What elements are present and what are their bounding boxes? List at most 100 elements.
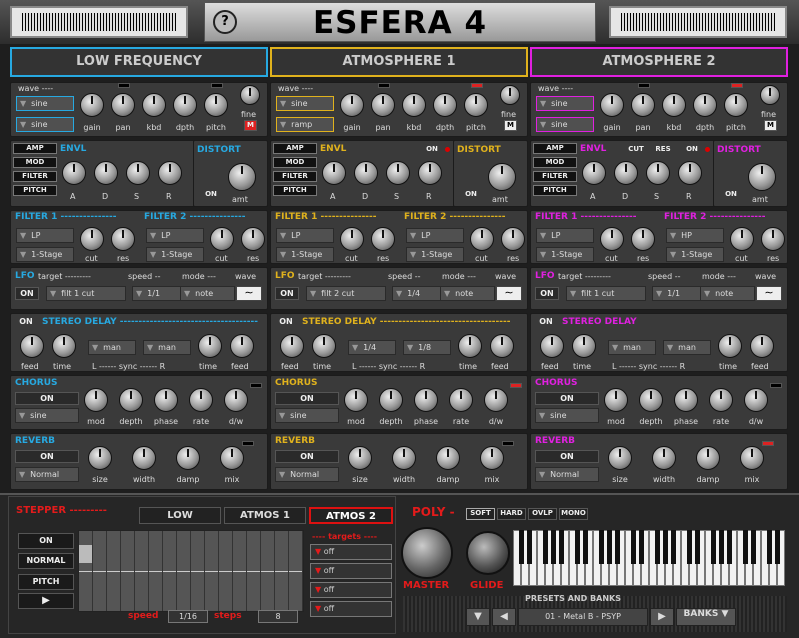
reverb-width-knob-atm2[interactable] xyxy=(652,446,676,470)
black-key[interactable] xyxy=(615,530,620,564)
delay-r-feed-knob-atm1[interactable] xyxy=(490,334,514,358)
dpth-knob-low[interactable] xyxy=(173,93,197,117)
osc1-select-low[interactable]: ▼ sine xyxy=(16,96,74,111)
reverb-damp-knob-low[interactable] xyxy=(176,446,200,470)
delay-sync-r-select-atm1[interactable]: ▼ 1/8 xyxy=(403,340,451,355)
reverb-width-knob-low[interactable] xyxy=(132,446,156,470)
osc2-select-atm2[interactable]: ▼ sine xyxy=(536,117,594,132)
kbd-knob-atm2[interactable] xyxy=(662,93,686,117)
black-key[interactable] xyxy=(663,530,668,564)
stepper-tab-low[interactable]: LOW xyxy=(139,507,221,524)
f1-stage-select-low[interactable]: ▼ 1-Stage xyxy=(16,247,74,262)
target-3-select[interactable]: ▼ off xyxy=(310,582,392,598)
black-key[interactable] xyxy=(671,530,676,564)
chorus-phase-knob-low[interactable] xyxy=(154,388,178,412)
f1-cut-knob-atm2[interactable] xyxy=(600,227,624,251)
chorus-phase-knob-atm2[interactable] xyxy=(674,388,698,412)
black-key[interactable] xyxy=(639,530,644,564)
env-r-knob-atm1[interactable] xyxy=(418,161,442,185)
stepper-tab-atmos2[interactable]: ATMOS 2 xyxy=(309,507,393,524)
delay-sync-l-select-low[interactable]: ▼ man xyxy=(88,340,136,355)
env-r-knob-atm2[interactable] xyxy=(678,161,702,185)
f2-stage-select-low[interactable]: ▼ 1-Stage xyxy=(146,247,204,262)
chorus-depth-knob-atm2[interactable] xyxy=(639,388,663,412)
pitch-knob-atm2[interactable] xyxy=(724,93,748,117)
f1-cut-knob-atm1[interactable] xyxy=(340,227,364,251)
env-s-knob-atm2[interactable] xyxy=(646,161,670,185)
f1-type-select-low[interactable]: ▼ LP xyxy=(16,228,74,243)
f1-stage-select-atm2[interactable]: ▼ 1-Stage xyxy=(536,247,594,262)
f2-cut-knob-atm1[interactable] xyxy=(470,227,494,251)
speed-value[interactable]: 1/16 xyxy=(168,610,208,623)
chorus-dw-knob-atm1[interactable] xyxy=(484,388,508,412)
reverb-mix-knob-atm2[interactable] xyxy=(740,446,764,470)
lfo-target-select-atm2[interactable]: ▼ filt 1 cut xyxy=(566,286,646,301)
env-r-knob-low[interactable] xyxy=(158,161,182,185)
f1-res-knob-atm2[interactable] xyxy=(631,227,655,251)
delay-sync-l-select-atm1[interactable]: ▼ 1/4 xyxy=(348,340,396,355)
poly-soft-button[interactable]: SOFT xyxy=(466,508,495,520)
env-a-knob-low[interactable] xyxy=(62,161,86,185)
pitch-knob-atm1[interactable] xyxy=(464,93,488,117)
reverb-mix-knob-atm1[interactable] xyxy=(480,446,504,470)
black-key[interactable] xyxy=(743,530,748,564)
chorus-rate-knob-low[interactable] xyxy=(189,388,213,412)
black-key[interactable] xyxy=(551,530,556,564)
preset-dropdown-arrow[interactable]: ▼ xyxy=(466,608,490,626)
header-atm1[interactable]: ATMOSPHERE 1 xyxy=(270,47,528,77)
kbd-knob-low[interactable] xyxy=(142,93,166,117)
poly-ovlp-button[interactable]: OVLP xyxy=(528,508,557,520)
header-atm2[interactable]: ATMOSPHERE 2 xyxy=(530,47,788,77)
preset-name[interactable]: 01 - Metal B - PSYP xyxy=(518,608,648,626)
f1-cut-knob-low[interactable] xyxy=(80,227,104,251)
distort-amt-knob-atm2[interactable] xyxy=(748,163,776,191)
black-key[interactable] xyxy=(631,530,636,564)
black-key[interactable] xyxy=(655,530,660,564)
chorus-phase-knob-atm1[interactable] xyxy=(414,388,438,412)
black-key[interactable] xyxy=(751,530,756,564)
black-key[interactable] xyxy=(575,530,580,564)
delay-l-time-knob-atm1[interactable] xyxy=(312,334,336,358)
pan-knob-low[interactable] xyxy=(111,93,135,117)
stepper-pitch-button[interactable]: PITCH xyxy=(18,574,74,590)
dpth-knob-atm1[interactable] xyxy=(433,93,457,117)
chorus-mod-knob-low[interactable] xyxy=(84,388,108,412)
f2-res-knob-atm2[interactable] xyxy=(761,227,785,251)
lfo-mode-select-atm1[interactable]: ▼ note xyxy=(440,286,495,301)
f2-res-knob-atm1[interactable] xyxy=(501,227,525,251)
osc1-select-atm1[interactable]: ▼ sine xyxy=(276,96,334,111)
delay-sync-r-select-low[interactable]: ▼ man xyxy=(143,340,191,355)
gain-knob-low[interactable] xyxy=(80,93,104,117)
black-key[interactable] xyxy=(775,530,780,564)
chorus-dw-knob-atm2[interactable] xyxy=(744,388,768,412)
lfo-speed-select-atm1[interactable]: ▼ 1/4 xyxy=(392,286,442,301)
poly-mono-button[interactable]: MONO xyxy=(559,508,588,520)
glide-knob[interactable] xyxy=(466,531,510,575)
black-key[interactable] xyxy=(527,530,532,564)
reverb-mode-select-atm1[interactable]: ▼ Normal xyxy=(275,467,339,482)
target-2-select[interactable]: ▼ off xyxy=(310,563,392,579)
reverb-size-knob-atm1[interactable] xyxy=(348,446,372,470)
lfo-target-select-atm1[interactable]: ▼ filt 2 cut xyxy=(306,286,386,301)
black-key[interactable] xyxy=(607,530,612,564)
chorus-wave-select-atm1[interactable]: ▼ sine xyxy=(275,408,339,423)
chorus-depth-knob-low[interactable] xyxy=(119,388,143,412)
env-a-knob-atm2[interactable] xyxy=(582,161,606,185)
black-key[interactable] xyxy=(727,530,732,564)
kbd-knob-atm1[interactable] xyxy=(402,93,426,117)
f2-stage-select-atm1[interactable]: ▼ 1-Stage xyxy=(406,247,464,262)
env-s-knob-atm1[interactable] xyxy=(386,161,410,185)
f2-stage-select-atm2[interactable]: ▼ 1-Stage xyxy=(666,247,724,262)
master-knob[interactable] xyxy=(401,527,453,579)
f1-res-knob-low[interactable] xyxy=(111,227,135,251)
lfo-speed-select-atm2[interactable]: ▼ 1/1 xyxy=(652,286,702,301)
black-key[interactable] xyxy=(559,530,564,564)
f2-type-select-atm2[interactable]: ▼ HP xyxy=(666,228,724,243)
env-d-knob-atm2[interactable] xyxy=(614,161,638,185)
gain-knob-atm2[interactable] xyxy=(600,93,624,117)
step-grid[interactable] xyxy=(78,530,304,612)
piano-keyboard[interactable] xyxy=(513,530,785,586)
osc1-select-atm2[interactable]: ▼ sine xyxy=(536,96,594,111)
steps-value[interactable]: 8 xyxy=(258,610,298,623)
reverb-size-knob-atm2[interactable] xyxy=(608,446,632,470)
